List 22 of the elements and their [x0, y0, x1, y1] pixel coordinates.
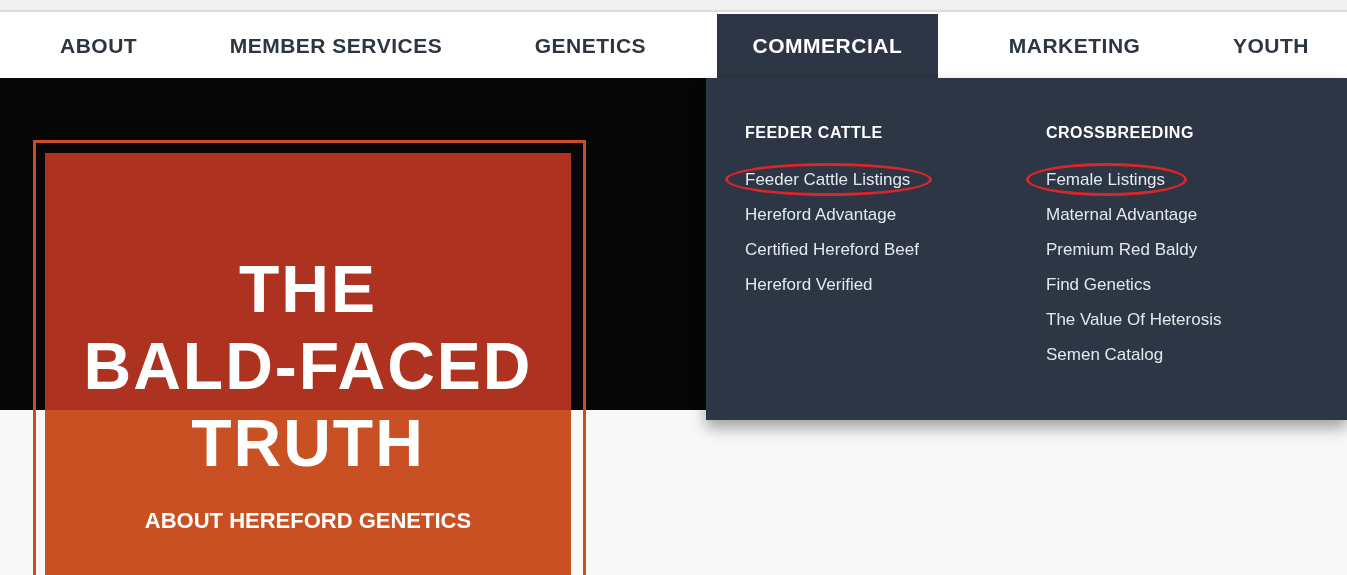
menu-link[interactable]: Certified Hereford Beef [745, 232, 919, 267]
hero-title-line: BALD-FACED [83, 328, 533, 405]
nav-tab[interactable]: YOUTH [1210, 14, 1331, 78]
menu-link[interactable]: Feeder Cattle Listings [745, 162, 911, 197]
menu-link[interactable]: Female Listings [1046, 162, 1166, 197]
menu-heading: CROSSBREEDING [1046, 124, 1195, 143]
menu-link[interactable]: Find Genetics [1046, 267, 1151, 302]
menu-heading: FEEDER CATTLE [745, 124, 884, 143]
hero-title-line: THE [239, 251, 377, 328]
menu-link[interactable]: Hereford Advantage [745, 197, 897, 232]
nav-tab[interactable]: COMMERCIAL [716, 14, 939, 78]
nav-tab[interactable]: MEMBER SERVICES [207, 14, 465, 78]
menu-link[interactable]: Premium Red Baldy [1046, 232, 1198, 267]
menu-link[interactable]: Maternal Advantage [1046, 197, 1198, 232]
menu-link[interactable]: Hereford Verified [745, 267, 873, 302]
menu-link[interactable]: Semen Catalog [1046, 337, 1164, 372]
nav-tab[interactable]: GENETICS [512, 14, 669, 78]
hero-subtitle: ABOUT HEREFORD GENETICS [144, 508, 472, 534]
hero-title-line: TRUTH [191, 405, 425, 482]
nav-tab[interactable]: ABOUT [38, 14, 160, 78]
nav-tab[interactable]: MARKETING [986, 14, 1163, 78]
menu-link[interactable]: The Value Of Heterosis [1046, 302, 1222, 337]
